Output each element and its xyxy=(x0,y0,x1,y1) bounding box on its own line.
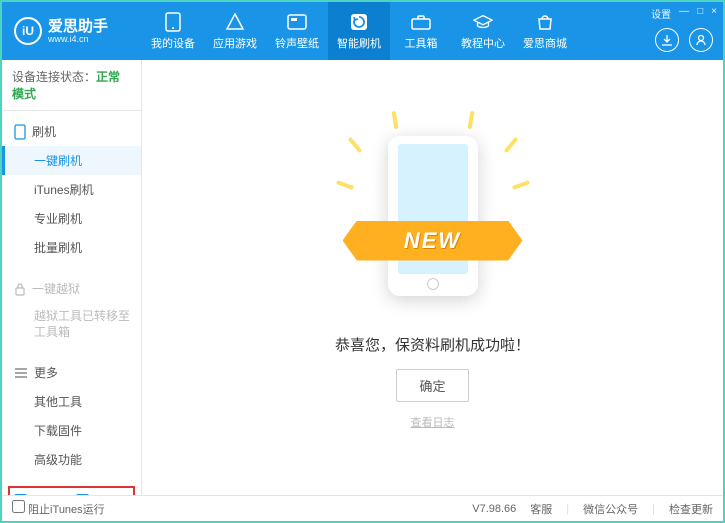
toolbox-icon xyxy=(411,12,431,32)
top-nav: 我的设备 应用游戏 铃声壁纸 智能刷机 工具箱 教程中心 xyxy=(142,2,723,60)
download-button[interactable] xyxy=(655,28,679,52)
lock-icon xyxy=(14,282,26,296)
sidebar-flash-section: 刷机 一键刷机 iTunes刷机 专业刷机 批量刷机 xyxy=(2,111,141,268)
list-icon xyxy=(14,367,28,379)
main-content: NEW 恭喜您，保资料刷机成功啦！ 确定 查看日志 xyxy=(142,60,723,495)
nav-store[interactable]: 爱思商城 xyxy=(514,2,576,60)
version-label: V7.98.66 xyxy=(472,503,516,515)
nav-ringtones[interactable]: 铃声壁纸 xyxy=(266,2,328,60)
window-controls: 设置 — □ × xyxy=(651,6,717,21)
minimize-button[interactable]: — xyxy=(679,6,689,21)
nav-toolbox[interactable]: 工具箱 xyxy=(390,2,452,60)
connection-status: 设备连接状态：正常模式 xyxy=(2,60,141,111)
device-icon xyxy=(163,12,183,32)
sidebar-item-advanced[interactable]: 高级功能 xyxy=(2,445,141,474)
success-illustration: NEW xyxy=(353,126,513,316)
check-update-link[interactable]: 检查更新 xyxy=(669,501,713,517)
sidebar-item-oneclick[interactable]: 一键刷机 xyxy=(2,146,141,175)
logo-icon: iU xyxy=(14,17,42,45)
sidebar-flash-title[interactable]: 刷机 xyxy=(2,117,141,146)
sidebar-jailbreak-section: 一键越狱 越狱工具已转移至工具箱 xyxy=(2,268,141,352)
body: 设备连接状态：正常模式 刷机 一键刷机 iTunes刷机 专业刷机 批量刷机 一… xyxy=(2,60,723,495)
tutorial-icon xyxy=(473,12,493,32)
sidebar-item-batch[interactable]: 批量刷机 xyxy=(2,233,141,262)
wechat-link[interactable]: 微信公众号 xyxy=(583,501,638,517)
store-icon xyxy=(535,12,555,32)
success-message: 恭喜您，保资料刷机成功啦！ xyxy=(335,334,530,355)
account-button[interactable] xyxy=(689,28,713,52)
block-itunes-option[interactable]: 阻止iTunes运行 xyxy=(12,500,105,517)
refresh-icon xyxy=(349,12,369,32)
wallpaper-icon xyxy=(287,12,307,32)
sidebar-jailbreak-note: 越狱工具已转移至工具箱 xyxy=(2,303,141,346)
footer: 阻止iTunes运行 V7.98.66 客服 | 微信公众号 | 检查更新 xyxy=(2,495,723,521)
settings-button[interactable]: 设置 xyxy=(651,6,671,21)
new-ribbon: NEW xyxy=(343,221,523,261)
sidebar: 设备连接状态：正常模式 刷机 一键刷机 iTunes刷机 专业刷机 批量刷机 一… xyxy=(2,60,142,495)
header: iU 爱思助手 www.i4.cn 我的设备 应用游戏 铃声壁纸 智能刷机 xyxy=(2,2,723,60)
view-log-link[interactable]: 查看日志 xyxy=(411,414,455,430)
maximize-button[interactable]: □ xyxy=(697,6,703,21)
logo-area: iU 爱思助手 www.i4.cn xyxy=(2,17,142,45)
app-window: iU 爱思助手 www.i4.cn 我的设备 应用游戏 铃声壁纸 智能刷机 xyxy=(0,0,725,523)
options-row: 自动激活 跳过向导 xyxy=(8,486,135,495)
customer-service-link[interactable]: 客服 xyxy=(530,501,552,517)
nav-flash[interactable]: 智能刷机 xyxy=(328,2,390,60)
header-actions xyxy=(655,28,713,52)
confirm-button[interactable]: 确定 xyxy=(396,369,468,402)
sidebar-more-title[interactable]: 更多 xyxy=(2,358,141,387)
phone-illustration xyxy=(388,136,478,296)
close-button[interactable]: × xyxy=(711,6,717,21)
sidebar-item-firmware[interactable]: 下载固件 xyxy=(2,416,141,445)
phone-icon xyxy=(14,124,26,140)
nav-apps[interactable]: 应用游戏 xyxy=(204,2,266,60)
nav-tutorials[interactable]: 教程中心 xyxy=(452,2,514,60)
sidebar-item-pro[interactable]: 专业刷机 xyxy=(2,204,141,233)
app-name: 爱思助手 xyxy=(48,19,108,34)
sidebar-jailbreak-title: 一键越狱 xyxy=(2,274,141,303)
nav-my-device[interactable]: 我的设备 xyxy=(142,2,204,60)
app-url: www.i4.cn xyxy=(48,34,108,44)
sidebar-item-other[interactable]: 其他工具 xyxy=(2,387,141,416)
apps-icon xyxy=(225,12,245,32)
block-itunes-checkbox[interactable] xyxy=(12,500,25,513)
sidebar-more-section: 更多 其他工具 下载固件 高级功能 xyxy=(2,352,141,480)
sidebar-item-itunes[interactable]: iTunes刷机 xyxy=(2,175,141,204)
